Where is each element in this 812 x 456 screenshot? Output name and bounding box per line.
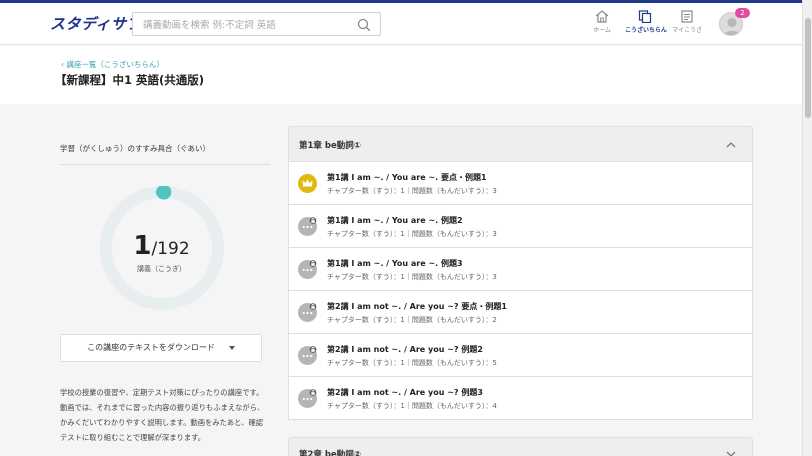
lesson-item[interactable]: 第2講 I am not ~. / Are you ~? 要点・例題1 チャプター…: [288, 291, 753, 334]
lesson-title: 第1講 I am ~. / You are ~. 要点・例題1: [327, 173, 487, 182]
notification-badge: 2: [735, 8, 750, 18]
progress-panel: 学習（がくしゅう）のすすみ具合（ぐあい） 1/192 講義（こうぎ） この講座の…: [60, 128, 270, 442]
home-icon: [595, 10, 609, 23]
crown-icon: [298, 174, 317, 193]
search-input[interactable]: [143, 17, 343, 33]
page-title-bar: ‹ 講座一覧（こうざいちらん） 【新課程】中1 英語(共通版): [0, 46, 802, 104]
lesson-meta: チャプター数（すう）：1｜問題数（もんだいすう）：3: [327, 230, 497, 238]
locked-icon: [298, 260, 317, 279]
lesson-title: 第2講 I am not ~. / Are you ~? 要点・例題1: [327, 302, 507, 311]
nav-my-course[interactable]: マイこうざ: [667, 10, 707, 40]
lesson-item[interactable]: 第2講 I am not ~. / Are you ~? 例題3 チャプター数（す…: [288, 377, 753, 420]
lesson-meta: チャプター数（すう）：1｜問題数（もんだいすう）：4: [327, 402, 497, 410]
nav-course-list[interactable]: こうざいちらん: [625, 10, 668, 40]
site-header: スタディサプリ ホーム こうざいちらん マイこうざ 2: [0, 3, 802, 45]
nav-course-list-label: こうざいちらん: [625, 27, 668, 34]
progress-completed: 1: [133, 231, 152, 261]
page-scrollbar[interactable]: [802, 0, 812, 456]
chapter-header[interactable]: 第1章 be動詞①: [288, 126, 753, 162]
my-course-icon: [681, 10, 693, 23]
download-text-button[interactable]: この講座のテキストをダウンロード: [60, 334, 262, 362]
locked-icon: [298, 389, 317, 408]
lesson-title: 第1講 I am ~. / You are ~. 例題3: [327, 259, 463, 268]
chapter-title: 第2章 be動詞②: [299, 450, 361, 456]
chapter-list: 第1章 be動詞① 第1講 I am ~. / You are ~. 要点・例題…: [288, 126, 753, 420]
lesson-meta: チャプター数（すう）：1｜問題数（もんだいすう）：3: [327, 273, 497, 281]
progress-total: /192: [151, 239, 190, 259]
lesson-meta: チャプター数（すう）：1｜問題数（もんだいすう）：3: [327, 187, 497, 195]
lesson-item[interactable]: 第1講 I am ~. / You are ~. 要点・例題1 チャプター数（すう…: [288, 162, 753, 205]
nav-home-label: ホーム: [593, 27, 611, 34]
breadcrumb[interactable]: ‹ 講座一覧（こうざいちらん）: [61, 59, 164, 70]
chevron-up-icon[interactable]: [726, 140, 736, 150]
lesson-item[interactable]: 第1講 I am ~. / You are ~. 例題3 チャプター数（すう）：1…: [288, 248, 753, 291]
course-list-icon: [638, 10, 652, 23]
locked-icon: [298, 217, 317, 236]
chevron-down-icon: [228, 345, 235, 350]
download-text-label: この講座のテキストをダウンロード: [87, 343, 215, 352]
progress-heading: 学習（がくしゅう）のすすみ具合（ぐあい）: [60, 128, 270, 165]
locked-icon: [298, 346, 317, 365]
lesson-title: 第2講 I am not ~. / Are you ~? 例題3: [327, 388, 483, 397]
lesson-list: 第1講 I am ~. / You are ~. 要点・例題1 チャプター数（すう…: [288, 162, 753, 420]
scrollbar-thumb[interactable]: [805, 18, 811, 118]
lesson-item[interactable]: 第1講 I am ~. / You are ~. 例題2 チャプター数（すう）：1…: [288, 205, 753, 248]
search-icon[interactable]: [357, 18, 371, 32]
page-title: 【新課程】中1 英語(共通版): [55, 73, 205, 87]
chapter-header[interactable]: 第2章 be動詞②: [288, 437, 753, 456]
lesson-meta: チャプター数（すう）：1｜問題数（もんだいすう）：5: [327, 359, 497, 367]
progress-unit: 講義（こうぎ）: [137, 265, 186, 273]
course-description: 学校の授業の復習や、定期テスト対策にぴったりの講座です。動画では、それまでに習っ…: [60, 388, 265, 442]
nav-my-course-label: マイこうざ: [671, 27, 702, 34]
lesson-item[interactable]: 第2講 I am not ~. / Are you ~? 例題2 チャプター数（す…: [288, 334, 753, 377]
chapter-title: 第1章 be動詞①: [299, 141, 361, 151]
locked-icon: [298, 303, 317, 322]
nav-home[interactable]: ホーム: [582, 10, 622, 40]
lesson-title: 第2講 I am not ~. / Are you ~? 例題2: [327, 345, 483, 354]
lesson-meta: チャプター数（すう）：1｜問題数（もんだいすう）：2: [327, 316, 497, 324]
progress-count: 1/192: [60, 231, 263, 261]
lesson-title: 第1講 I am ~. / You are ~. 例題2: [327, 216, 463, 225]
search-box: [132, 12, 381, 36]
chevron-down-icon[interactable]: [726, 449, 736, 456]
